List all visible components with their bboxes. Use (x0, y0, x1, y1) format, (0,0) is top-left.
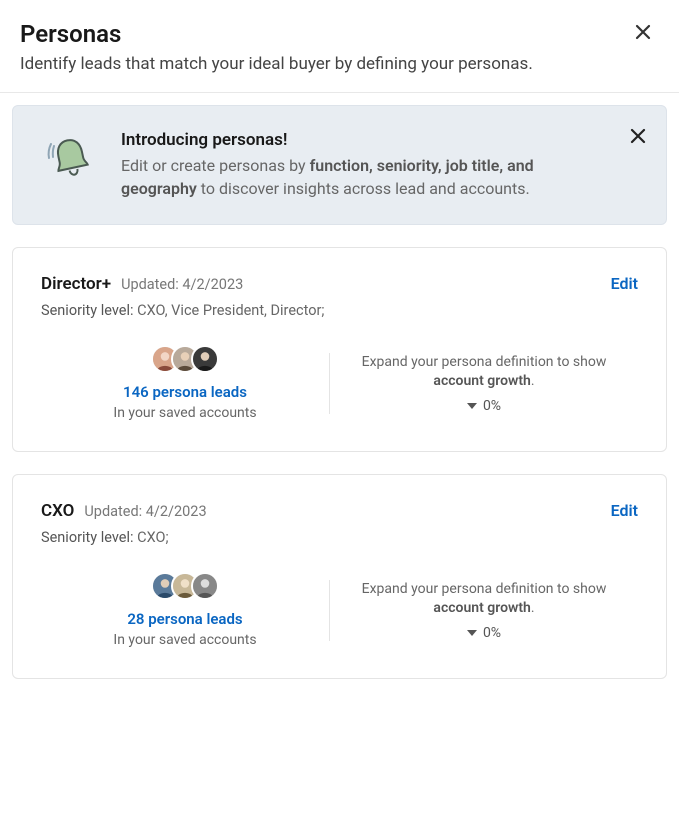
banner-text: Introducing personas! Edit or create per… (121, 130, 642, 200)
leads-section: 28 persona leads In your saved accounts (41, 572, 329, 648)
persona-leads-link[interactable]: 146 persona leads (51, 383, 319, 401)
expand-text: Expand your persona definition to show a… (350, 353, 618, 392)
close-icon (628, 126, 648, 146)
panel-content: Introducing personas! Edit or create per… (0, 93, 679, 691)
close-button[interactable] (633, 22, 653, 46)
avatar (191, 345, 219, 373)
caret-down-icon (467, 630, 477, 636)
card-body: 28 persona leads In your saved accounts … (41, 572, 638, 648)
avatar-stack (51, 572, 319, 600)
expand-text: Expand your persona definition to show a… (350, 580, 618, 619)
avatar-stack (51, 345, 319, 373)
persona-name: Director+ (41, 274, 111, 294)
card-body: 146 persona leads In your saved accounts… (41, 345, 638, 421)
banner-body-suffix: to discover insights across lead and acc… (197, 179, 530, 198)
banner-body-prefix: Edit or create personas by (121, 156, 310, 175)
growth-pct: 0% (350, 625, 618, 641)
edit-button[interactable]: Edit (611, 501, 638, 520)
intro-banner: Introducing personas! Edit or create per… (12, 105, 667, 225)
banner-close-button[interactable] (628, 126, 648, 150)
persona-card: Director+ Updated: 4/2/2023 Edit Seniori… (12, 247, 667, 452)
persona-leads-link[interactable]: 28 persona leads (51, 610, 319, 628)
caret-down-icon (467, 403, 477, 409)
persona-name: CXO (41, 501, 74, 521)
seniority-line: Seniority level: CXO, Vice President, Di… (41, 302, 638, 319)
card-name-line: CXO Updated: 4/2/2023 (41, 501, 207, 521)
persona-card: CXO Updated: 4/2/2023 Edit Seniority lev… (12, 474, 667, 679)
card-header: Director+ Updated: 4/2/2023 Edit (41, 274, 638, 294)
persona-updated: Updated: 4/2/2023 (84, 503, 206, 520)
leads-section: 146 persona leads In your saved accounts (41, 345, 329, 421)
persona-updated: Updated: 4/2/2023 (121, 276, 243, 293)
saved-accounts-text: In your saved accounts (51, 632, 319, 648)
close-icon (633, 22, 653, 42)
seniority-line: Seniority level: CXO; (41, 529, 638, 546)
banner-body: Edit or create personas by function, sen… (121, 154, 606, 200)
growth-pct: 0% (350, 398, 618, 414)
bell-icon (41, 130, 97, 186)
avatar (191, 572, 219, 600)
edit-button[interactable]: Edit (611, 274, 638, 293)
page-subtitle: Identify leads that match your ideal buy… (20, 54, 659, 74)
card-name-line: Director+ Updated: 4/2/2023 (41, 274, 243, 294)
growth-section: Expand your persona definition to show a… (329, 580, 638, 641)
page-title: Personas (20, 20, 659, 48)
panel-header: Personas Identify leads that match your … (0, 0, 679, 93)
growth-section: Expand your persona definition to show a… (329, 353, 638, 414)
saved-accounts-text: In your saved accounts (51, 405, 319, 421)
card-header: CXO Updated: 4/2/2023 Edit (41, 501, 638, 521)
banner-title: Introducing personas! (121, 130, 606, 150)
